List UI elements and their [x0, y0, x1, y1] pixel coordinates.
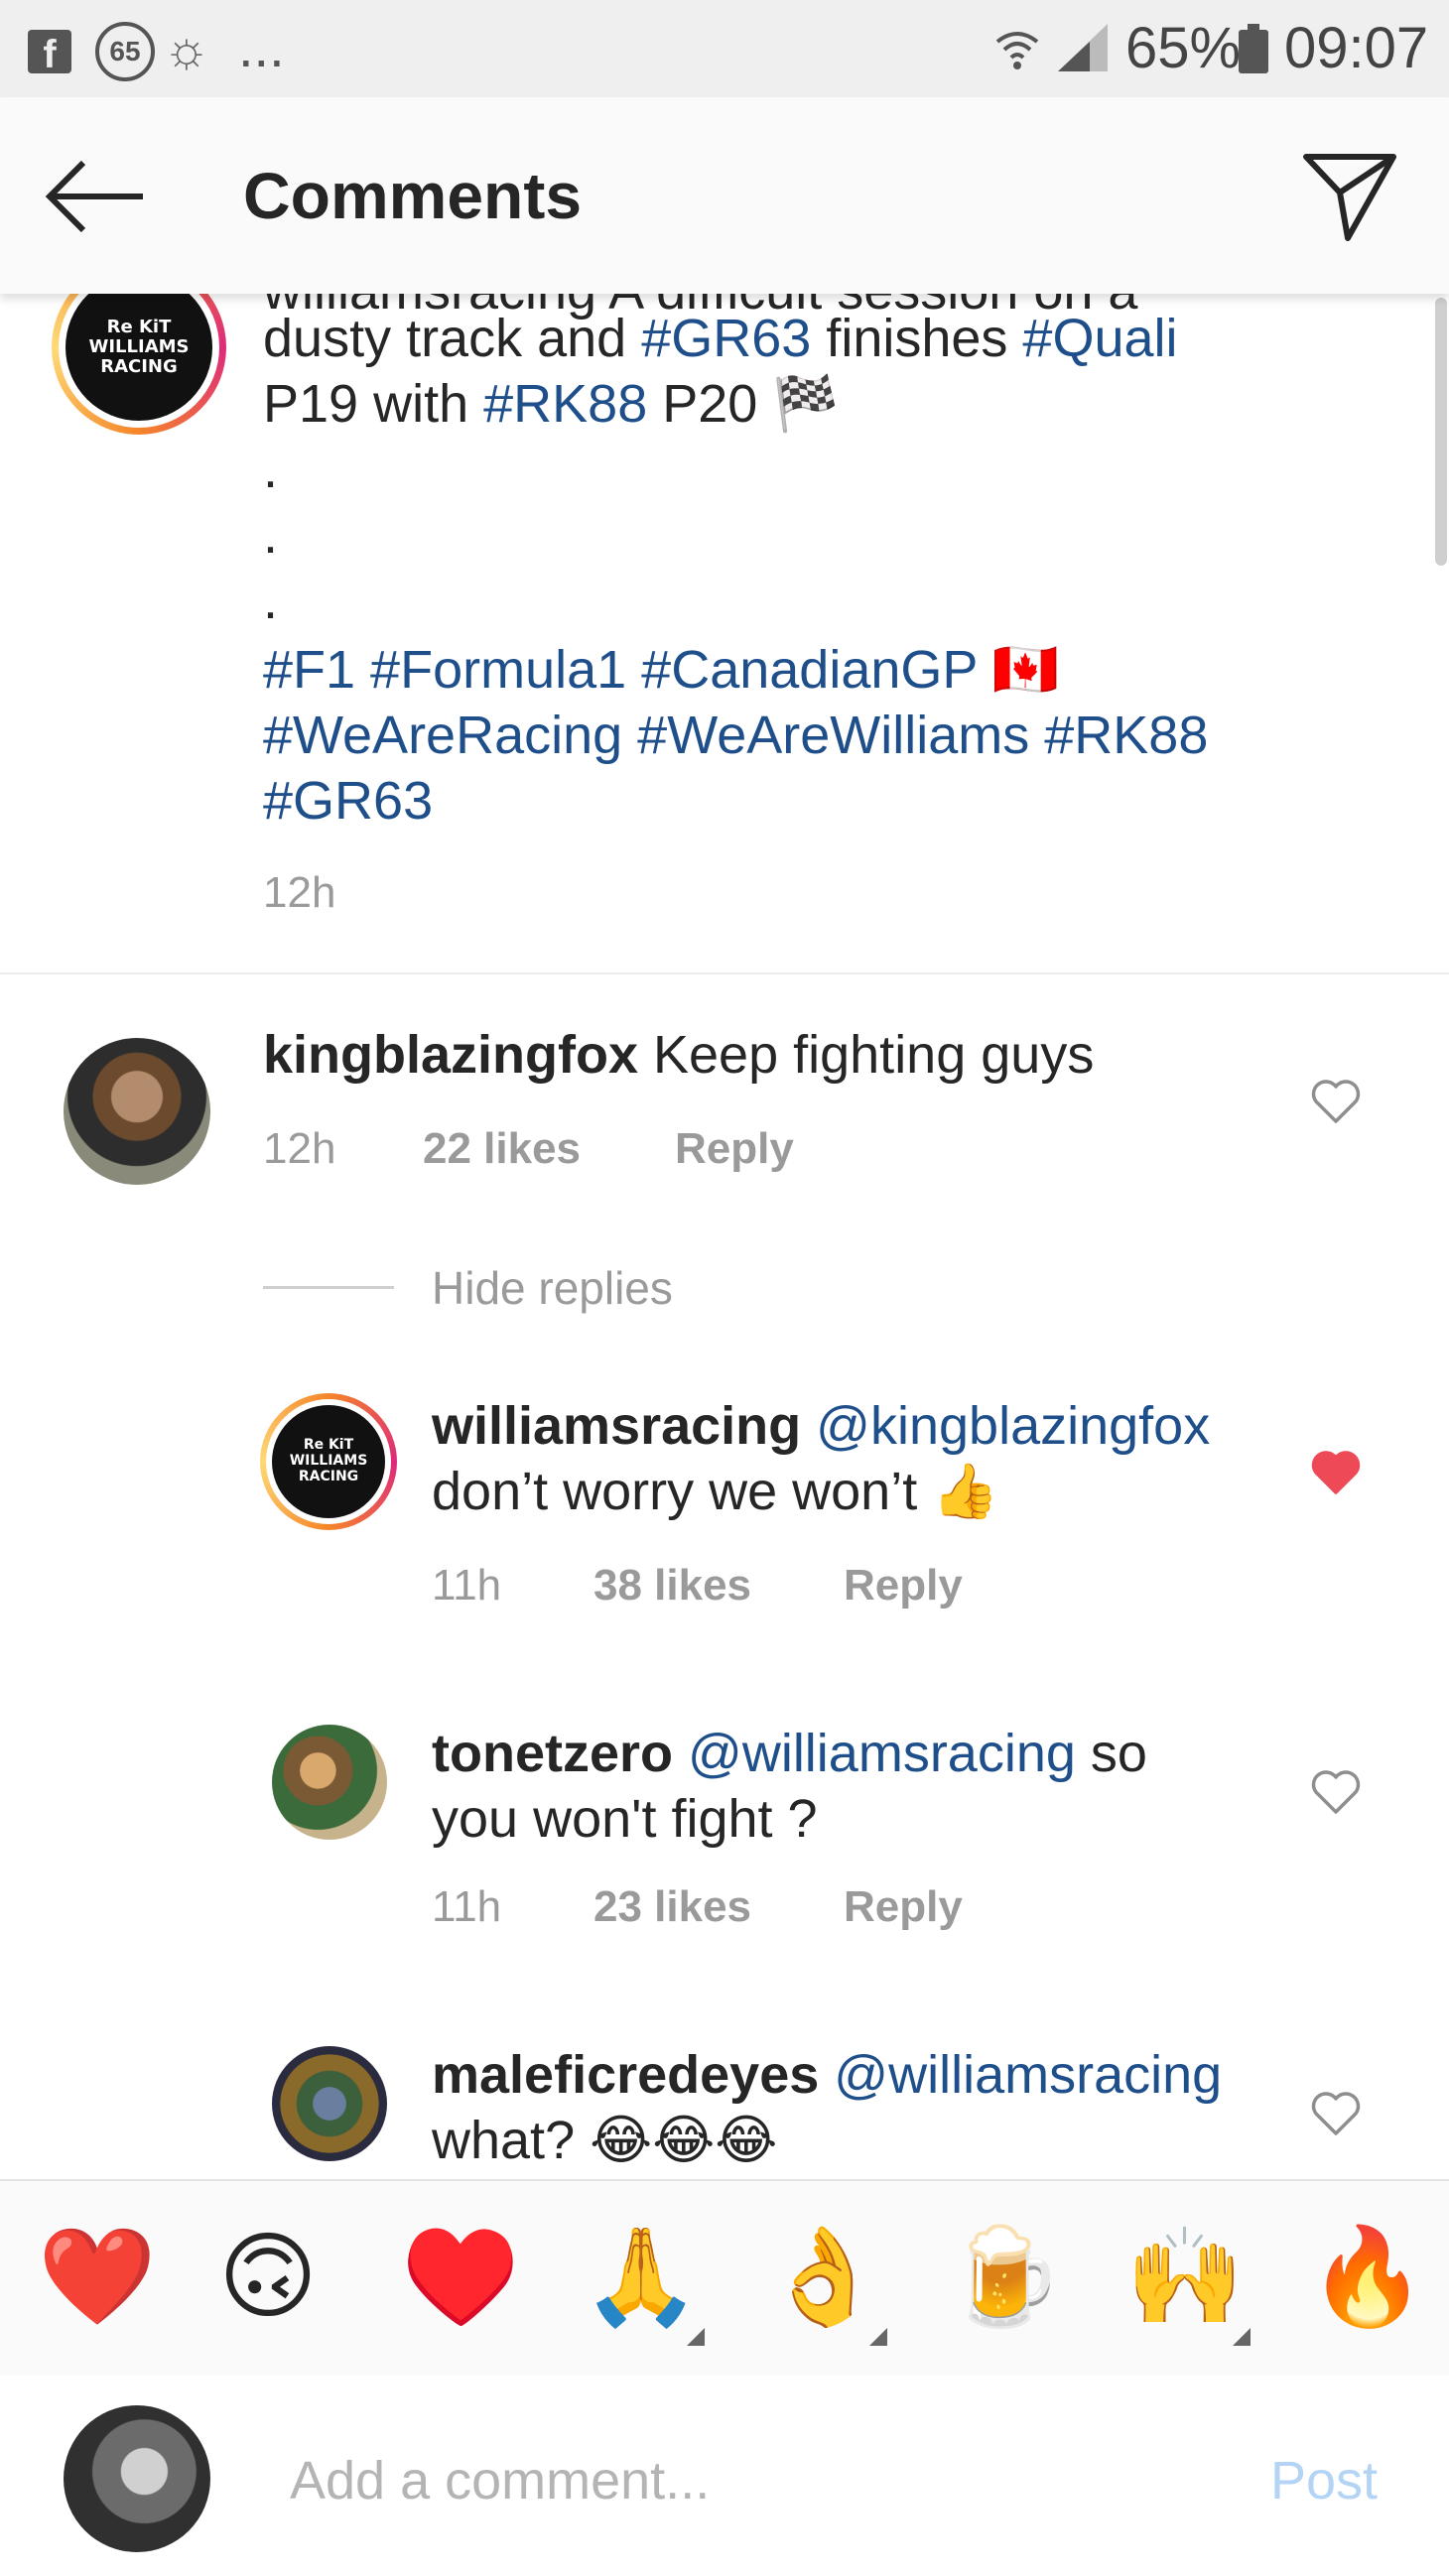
hashtag-link[interactable]: #RK88: [483, 374, 647, 434]
likes-count[interactable]: 22 likes: [423, 1119, 581, 1179]
mention-link[interactable]: @kingblazingfox: [801, 1396, 1210, 1456]
reply-item: tonetzero @williamsracing so you won't f…: [0, 1721, 1449, 1949]
reply-button[interactable]: Reply: [844, 1556, 963, 1615]
username-link[interactable]: tonetzero: [432, 1724, 673, 1783]
like-heart-icon[interactable]: [1310, 1076, 1362, 1127]
reply-text-line-2: don’t worry we won’t 👍: [432, 1462, 999, 1521]
like-heart-icon[interactable]: [1310, 1766, 1362, 1818]
canada-flag-icon: 🇨🇦: [977, 640, 1059, 700]
caption-tags-line-2[interactable]: #WeAreRacing #WeAreWilliams #RK88: [263, 703, 1208, 768]
comment-input[interactable]: [288, 2435, 1225, 2526]
username-link[interactable]: maleficredeyes: [432, 2045, 819, 2105]
likes-count[interactable]: 23 likes: [593, 1877, 751, 1937]
hide-replies-line: [263, 1286, 394, 1289]
signal-icon: [1058, 24, 1108, 71]
reply-item: maleficredeyes @williamsracing what? 😂😂😂: [0, 2042, 1449, 2179]
reply-body: so: [1075, 1724, 1147, 1783]
caption-text: P19 with: [263, 374, 484, 434]
divider: [0, 972, 1449, 974]
caption-text: finishes: [811, 309, 1023, 368]
user-avatar[interactable]: [64, 1038, 210, 1185]
mention-link[interactable]: @williamsracing: [819, 2045, 1222, 2105]
liked-heart-icon[interactable]: [1310, 1447, 1362, 1498]
share-direct-icon[interactable]: [1300, 149, 1399, 244]
header-bar: Comments: [0, 97, 1449, 294]
like-heart-icon[interactable]: [1310, 2088, 1362, 2139]
caption-avatar-ring[interactable]: Re KiT WILLIAMS RACING: [52, 294, 226, 435]
raising-hands-emoji-button[interactable]: 🙌: [1125, 2223, 1245, 2332]
upside-down-face-emoji-button[interactable]: 🙃: [218, 2223, 318, 2332]
reply-text-line-1: williamsracing @kingblazingfox: [432, 1393, 1210, 1459]
user-avatar[interactable]: [272, 2046, 387, 2161]
status-bar: f 65 ☼ ... 65% 09:07: [0, 0, 1449, 97]
user-avatar[interactable]: [272, 1725, 387, 1840]
clock: 09:07: [1284, 16, 1429, 80]
reply-button[interactable]: Reply: [675, 1119, 794, 1179]
facebook-notification-icon: f: [28, 30, 71, 76]
current-user-avatar: [64, 2405, 210, 2552]
caption-dot: .: [263, 571, 279, 630]
notification-count-icon: 65: [95, 22, 155, 81]
username-link[interactable]: williamsracing: [432, 1396, 801, 1456]
reply-text-line-2: what? 😂😂😂: [432, 2111, 778, 2170]
caption-timestamp: 12h: [263, 868, 336, 917]
caption-text: P20 🏁: [647, 374, 840, 434]
username-link[interactable]: kingblazingfox: [263, 1025, 638, 1085]
battery-percent: 65%: [1125, 16, 1242, 80]
caption-text: dusty track and: [263, 309, 642, 368]
weather-icon: ☼: [163, 21, 210, 78]
caption-tags-line-1: #F1 #Formula1 #CanadianGP 🇨🇦: [263, 637, 1059, 703]
caption-dot: .: [263, 505, 279, 565]
caption-block: Re KiT WILLIAMS RACING williamsracing A …: [0, 294, 1429, 968]
comment-item: kingblazingfox Keep fighting guys 12h 22…: [0, 1022, 1449, 1221]
comment-text: kingblazingfox Keep fighting guys: [263, 1022, 1094, 1088]
reply-text-line-2: you won't fight ?: [432, 1789, 818, 1849]
more-notifications-icon: ...: [238, 16, 285, 78]
hide-replies-button[interactable]: Hide replies: [432, 1258, 673, 1318]
reply-item: Re KiT WILLIAMS RACING williamsracing @k…: [0, 1393, 1449, 1621]
comment-input-bar: Post: [0, 2376, 1449, 2576]
reply-button[interactable]: Reply: [844, 1877, 963, 1937]
reply-timestamp: 11h: [432, 1561, 502, 1610]
red-heart-emoji-button[interactable]: ❤️: [38, 2223, 157, 2332]
skin-tone-indicator-icon: [687, 2328, 705, 2346]
caption-dot: .: [263, 440, 279, 499]
comment-body: Keep fighting guys: [638, 1025, 1095, 1085]
scrollbar[interactable]: [1435, 298, 1447, 566]
reply-text-line-1: maleficredeyes @williamsracing: [432, 2042, 1222, 2108]
hashtag-link[interactable]: #F1 #Formula1 #CanadianGP: [263, 640, 977, 700]
page-title: Comments: [243, 159, 583, 232]
caption-line-2: P19 with #RK88 P20 🏁: [263, 371, 840, 437]
battery-icon: [1239, 30, 1268, 73]
back-arrow-icon[interactable]: [44, 159, 147, 234]
beer-mug-emoji-button[interactable]: 🍺: [945, 2223, 1064, 2332]
skin-tone-indicator-icon: [1233, 2328, 1251, 2346]
caption-line-1: dusty track and #GR63 finishes #Quali: [263, 306, 1178, 371]
heart-suit-emoji-button[interactable]: ♥️: [401, 2223, 520, 2332]
caption-tags-line-3[interactable]: #GR63: [263, 768, 433, 834]
emoji-quick-bar: ❤️ 🙃 ♥️ 🙏 👌 🍺 🙌 🔥: [0, 2179, 1449, 2378]
reply-timestamp: 11h: [432, 1882, 502, 1931]
ok-hand-emoji-button[interactable]: 👌: [764, 2223, 883, 2332]
post-button[interactable]: Post: [1270, 2441, 1378, 2520]
comment-timestamp: 12h: [263, 1124, 336, 1173]
folded-hands-emoji-button[interactable]: 🙏: [582, 2223, 701, 2332]
skin-tone-indicator-icon: [869, 2328, 887, 2346]
hashtag-link[interactable]: #Quali: [1022, 309, 1177, 368]
wifi-icon: [995, 32, 1039, 69]
reply-avatar-ring[interactable]: Re KiT WILLIAMS RACING: [260, 1393, 397, 1530]
fire-emoji-button[interactable]: 🔥: [1308, 2223, 1427, 2332]
likes-count[interactable]: 38 likes: [593, 1556, 751, 1615]
hashtag-link[interactable]: #GR63: [641, 309, 811, 368]
williams-racing-logo: Re KiT WILLIAMS RACING: [272, 1405, 385, 1518]
reply-text-line-1: tonetzero @williamsracing so: [432, 1721, 1147, 1786]
mention-link[interactable]: @williamsracing: [673, 1724, 1076, 1783]
